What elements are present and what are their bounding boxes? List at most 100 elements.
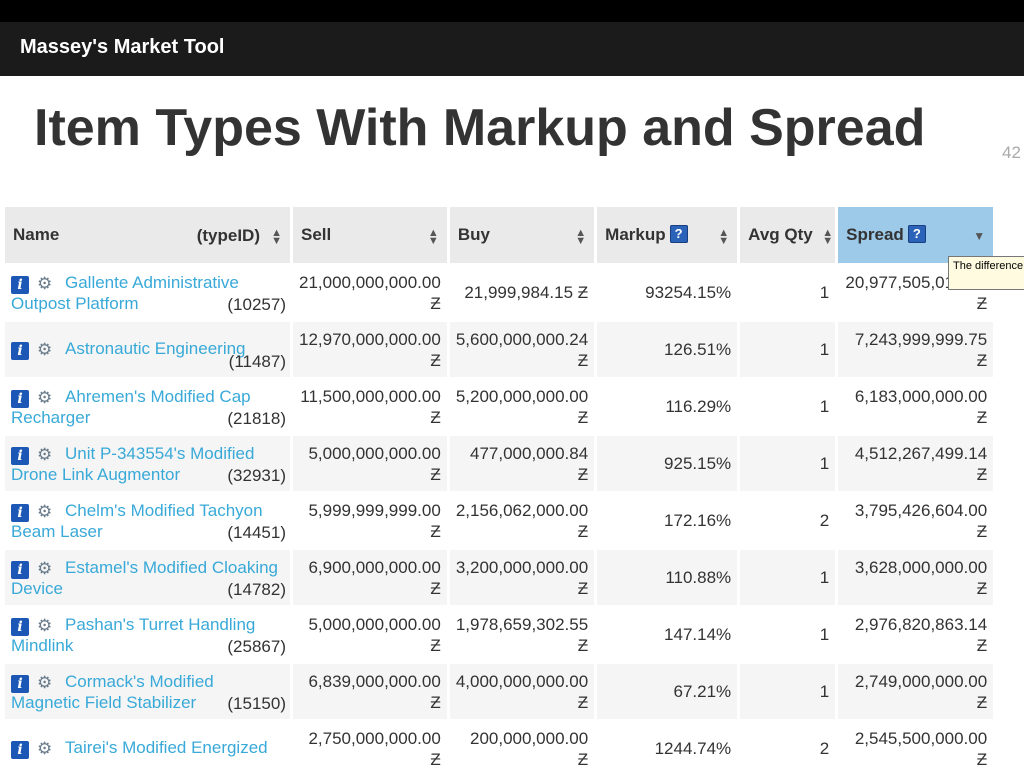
spread-cell: 6,183,000,000.00 Ƶ (838, 379, 994, 434)
info-icon[interactable]: i (11, 741, 29, 759)
table-row: i ⚙ Cormack's Modified Magnetic Field Stab… (5, 664, 994, 719)
isk-currency-icon: Ƶ (577, 464, 589, 484)
name-cell: i ⚙ Ahremen's Modified Cap Recharger (21818… (5, 379, 290, 434)
market-details-icon[interactable]: ⚙ (37, 502, 59, 521)
name-cell: i ⚙ Cormack's Modified Magnetic Field Stab… (5, 664, 290, 719)
markup-value: 116.29% (665, 396, 732, 416)
col-header-sell[interactable]: Sell ▲ ▼ (293, 207, 447, 263)
info-icon[interactable]: i (11, 275, 29, 294)
help-icon[interactable]: ? (669, 225, 688, 243)
item-typeid: (32931) (227, 466, 286, 485)
sell-cell: 6,839,000,000.00 Ƶ (293, 664, 447, 719)
col-header-buy[interactable]: Buy ▲ ▼ (449, 207, 595, 263)
info-icon[interactable]: i (11, 389, 29, 408)
col-header-markup[interactable]: Markup? ▲ ▼ (597, 207, 738, 263)
market-details-icon[interactable]: ⚙ (37, 274, 59, 293)
table-row: i ⚙ Gallente Administrative Outpost Platfo… (5, 265, 994, 320)
markup-cell: 147.14% (597, 607, 738, 662)
sell-cell: 5,000,000,000.00 Ƶ (293, 436, 447, 491)
isk-currency-icon: Ƶ (577, 350, 589, 370)
isk-currency-icon: Ƶ (976, 464, 988, 484)
isk-currency-icon: Ƶ (430, 293, 441, 313)
header-row: Name (typeID) ▲ ▼ Sell ▲ ▼ Buy ▲ ▼ Markup? … (5, 207, 994, 263)
spread-value: 2,976,820,863.14 (854, 614, 988, 634)
sort-both-icon: ▲ ▼ (427, 227, 439, 247)
spread-value: 7,243,999,999.75 (854, 329, 988, 349)
isk-currency-icon: Ƶ (976, 749, 988, 769)
app-brand[interactable]: Massey's Market Tool (20, 36, 224, 59)
spread-value: 4,512,267,499.14 (854, 443, 988, 463)
col-header-name[interactable]: Name (typeID) ▲ ▼ (5, 207, 290, 263)
markup-cell: 67.21% (597, 664, 738, 719)
market-details-icon[interactable]: ⚙ (37, 445, 59, 464)
table-row: i ⚙ Pashan's Turret Handling Mindlink (2586… (5, 607, 994, 662)
avg-qty-cell: 1 (740, 265, 836, 320)
market-details-icon[interactable]: ⚙ (37, 673, 59, 692)
buy-value: 5,200,000,000.00 (455, 386, 589, 406)
avg-qty-value: 1 (819, 282, 830, 302)
avg-qty-value: 2 (819, 510, 830, 530)
info-icon[interactable]: i (11, 342, 29, 360)
avg-qty-value: 1 (819, 681, 830, 701)
sell-value: 6,900,000,000.00 (308, 557, 441, 577)
name-cell: i ⚙ Pashan's Turret Handling Mindlink (2586… (5, 607, 290, 662)
item-typeid: (25867) (227, 637, 286, 656)
avg-qty-cell: 1 (740, 550, 836, 605)
isk-currency-icon: Ƶ (976, 578, 988, 598)
spread-value: 6,183,000,000.00 (854, 386, 988, 406)
sell-cell: 5,000,000,000.00 Ƶ (293, 607, 447, 662)
info-icon[interactable]: i (11, 503, 29, 522)
help-icon[interactable]: ? (907, 225, 926, 243)
sort-both-icon: ▲ ▼ (718, 227, 730, 247)
sell-value: 2,750,000,000.00 (308, 728, 441, 748)
page-title: Item Types With Markup and Spread (34, 99, 926, 157)
isk-currency-icon: Ƶ (577, 635, 589, 655)
item-typeid: (11487) (228, 352, 286, 371)
info-icon[interactable]: i (11, 446, 29, 465)
table-row: i ⚙ Unit P-343554's Modified Drone Link Au… (5, 436, 994, 491)
info-icon[interactable]: i (11, 674, 29, 693)
spread-tooltip: The difference and highest b (948, 256, 1024, 290)
sell-cell: 6,900,000,000.00 Ƶ (293, 550, 447, 605)
markup-value: 67.21% (673, 681, 732, 701)
col-header-avg-qty[interactable]: Avg Qty ▲ ▼ (740, 207, 836, 263)
item-typeid: (14782) (227, 580, 286, 599)
info-icon[interactable]: i (11, 617, 29, 636)
buy-value: 2,156,062,000.00 (455, 500, 589, 520)
item-table: Name (typeID) ▲ ▼ Sell ▲ ▼ Buy ▲ ▼ Markup? … (2, 205, 996, 778)
market-details-icon[interactable]: ⚙ (37, 388, 59, 407)
spread-cell: 2,749,000,000.00 Ƶ (838, 664, 994, 719)
name-cell: i ⚙ Gallente Administrative Outpost Platfo… (5, 265, 290, 320)
item-name-link[interactable]: Astronautic Engineering (65, 339, 246, 358)
sort-both-icon: ▲ ▼ (822, 227, 834, 247)
col-header-buy-label: Buy (457, 225, 490, 244)
sort-both-icon: ▲ ▼ (575, 227, 587, 247)
isk-currency-icon: Ƶ (430, 578, 441, 598)
isk-currency-icon: Ƶ (976, 293, 988, 313)
avg-qty-cell: 2 (740, 493, 836, 548)
markup-cell: 110.88% (597, 550, 738, 605)
spread-value: 3,628,000,000.00 (854, 557, 988, 577)
markup-value: 126.51% (664, 339, 732, 359)
market-details-icon[interactable]: ⚙ (37, 739, 59, 758)
markup-value: 110.88% (665, 567, 732, 587)
item-typeid: (15150) (227, 694, 286, 713)
avg-qty-cell: 1 (740, 379, 836, 434)
isk-currency-icon: Ƶ (976, 635, 988, 655)
avg-qty-value: 1 (819, 624, 830, 644)
item-name-link[interactable]: Tairei's Modified Energized (65, 738, 268, 757)
info-icon[interactable]: i (11, 560, 29, 579)
sell-value: 5,000,000,000.00 (308, 443, 441, 463)
markup-value: 1244.74% (654, 738, 732, 758)
spread-cell: 3,795,426,604.00 Ƶ (838, 493, 994, 548)
name-cell: i ⚙ Chelm's Modified Tachyon Beam Laser (14… (5, 493, 290, 548)
market-details-icon[interactable]: ⚙ (37, 340, 59, 359)
col-header-spread[interactable]: Spread? ▼ (838, 207, 994, 263)
table-row: i ⚙ Chelm's Modified Tachyon Beam Laser (14… (5, 493, 994, 548)
avg-qty-cell: 1 (740, 664, 836, 719)
buy-value: 477,000,000.84 (470, 443, 589, 463)
market-details-icon[interactable]: ⚙ (37, 559, 59, 578)
market-details-icon[interactable]: ⚙ (37, 616, 59, 635)
markup-cell: 93254.15% (597, 265, 738, 320)
spread-cell: 3,628,000,000.00 Ƶ (838, 550, 994, 605)
